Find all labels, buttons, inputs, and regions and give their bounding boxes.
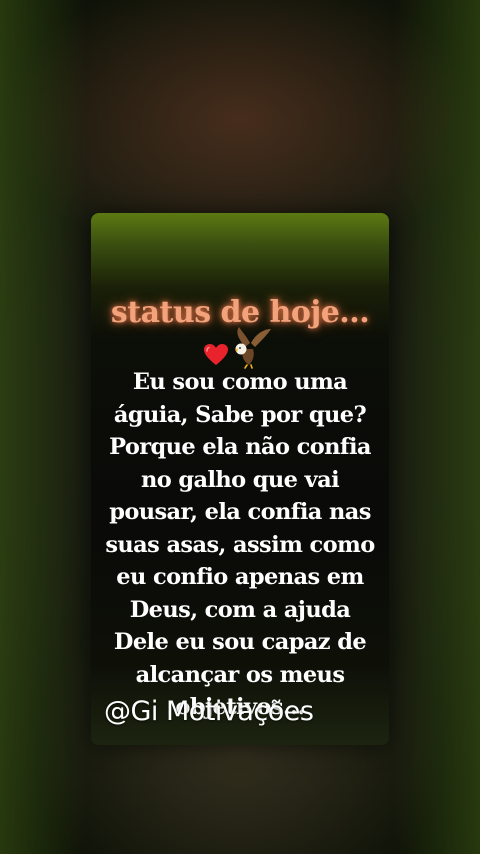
- eagle-icon: [235, 327, 271, 369]
- emoji-row: [203, 325, 283, 369]
- watermark-handle: @Gi Motivações: [104, 696, 314, 727]
- status-message: Eu sou como uma águia, Sabe por que? Por…: [105, 369, 375, 720]
- status-card: status de hoje... Eu sou como uma águia,…: [91, 213, 389, 745]
